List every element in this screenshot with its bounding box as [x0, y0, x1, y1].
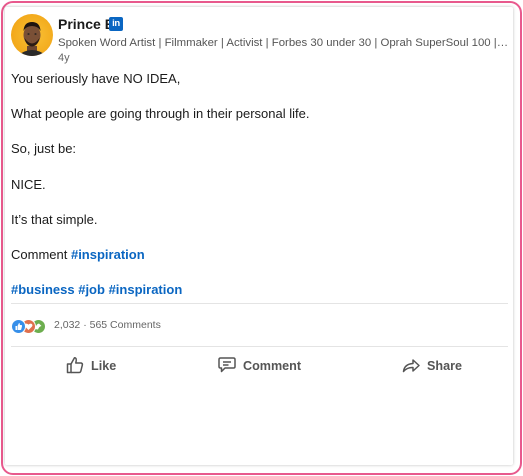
post-line: What people are going through in their p… [11, 106, 310, 121]
hashtag-link[interactable]: #business [11, 282, 75, 297]
thumbs-up-icon [65, 355, 85, 378]
avatar-portrait [17, 22, 47, 56]
reaction-count: 2,032 [54, 319, 81, 331]
like-label: Like [91, 359, 117, 373]
share-icon [401, 355, 421, 378]
comment-button[interactable]: Comment [217, 354, 301, 378]
linkedin-post-card: Prince Ea in Spoken Word Artist | Filmma… [5, 7, 513, 465]
like-reaction-icon [11, 319, 26, 334]
avatar[interactable] [11, 14, 53, 56]
social-counts[interactable]: 2,032 · 565 Comments [54, 319, 161, 331]
comment-icon [217, 355, 237, 378]
comment-label: Comment [243, 359, 302, 373]
post-line: You seriously have NO IDEA, [11, 71, 181, 86]
share-label: Share [427, 359, 463, 373]
hashtag-link[interactable]: #job [78, 282, 105, 297]
hashtag-line: #business #job #inspiration [11, 282, 182, 297]
post-time: 4y [58, 52, 70, 64]
count-separator: · [83, 319, 87, 331]
hashtag-link[interactable]: #inspiration [109, 282, 183, 297]
divider [11, 346, 508, 347]
share-button[interactable]: Share [401, 354, 462, 378]
like-button[interactable]: Like [65, 354, 116, 378]
post-line: So, just be: [11, 141, 77, 156]
post-line: It’s that simple. [11, 212, 98, 227]
comment-prefix: Comment [11, 247, 71, 262]
comment-count[interactable]: 565 Comments [90, 319, 161, 331]
comment-line: Comment #inspiration [11, 247, 145, 262]
post-line: NICE. [11, 177, 46, 192]
hashtag-link[interactable]: #inspiration [71, 247, 145, 262]
divider [11, 303, 508, 304]
author-headline: Spoken Word Artist | Filmmaker | Activis… [58, 37, 510, 49]
linkedin-icon: in [109, 17, 123, 31]
